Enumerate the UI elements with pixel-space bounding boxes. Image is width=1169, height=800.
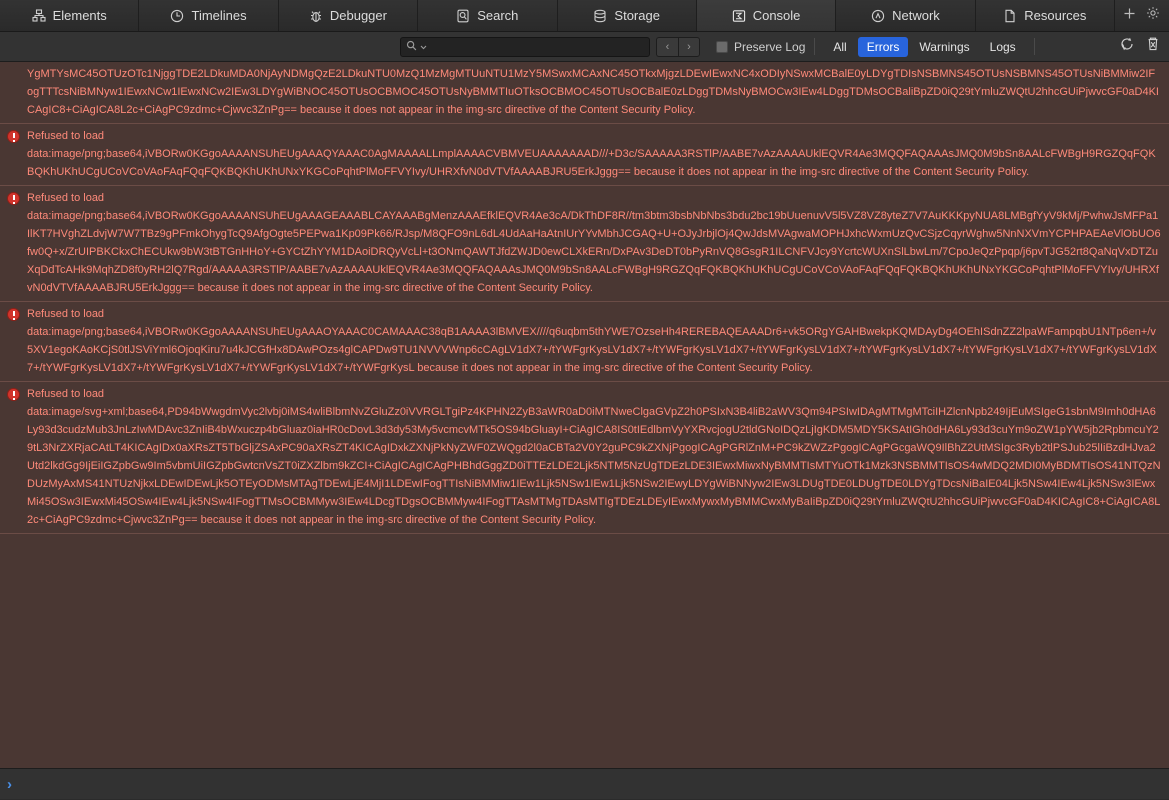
tab-label: Storage [614,8,660,23]
message-text: YgMTYsMC45OTUzOTc1NjggTDE2LDkuMDA0NjAyND… [24,65,1161,119]
console-message-row[interactable]: YgMTYsMC45OTUzOTc1NjggTDE2LDkuMDA0NjAyND… [0,62,1169,124]
database-icon [593,9,607,23]
tab-resources[interactable]: Resources [975,0,1115,31]
message-title: Refused to load [27,388,105,400]
preserve-log-checkbox[interactable] [716,40,728,53]
message-text: Refused to load data:image/png;base64,iV… [24,127,1161,181]
console-icon [732,9,746,23]
message-text: Refused to load data:image/svg+xml;base6… [24,385,1161,529]
error-icon [7,130,20,143]
search-prev-button[interactable]: ‹ [656,36,678,57]
add-tab-button[interactable] [1123,7,1136,25]
tab-label: Debugger [329,8,387,23]
trash-icon[interactable] [1145,36,1161,57]
tab-search[interactable]: Search [418,0,558,31]
filter-all[interactable]: All [824,37,855,57]
search-icon [406,38,417,56]
message-icon-slot [7,127,24,181]
toolbar-right-actions [1119,36,1161,57]
message-icon-slot [7,189,24,297]
tab-network[interactable]: Network [836,0,976,31]
tab-label: Search [477,8,519,23]
network-icon [871,9,885,23]
console-message-row[interactable]: Refused to load data:image/png;base64,iV… [0,302,1169,382]
message-title: Refused to load [27,130,105,142]
search-input[interactable] [430,40,644,53]
message-detail: data:image/png;base64,iVBORw0KGgoAAAANSU… [27,210,1161,294]
message-detail: data:image/png;base64,iVBORw0KGgoAAAANSU… [27,148,1156,178]
tab-label: Timelines [191,8,247,23]
console-message-row[interactable]: Refused to load data:image/png;base64,iV… [0,124,1169,186]
tab-elements[interactable]: Elements [0,0,140,31]
reload-icon[interactable] [1119,36,1135,57]
tab-storage[interactable]: Storage [557,0,697,31]
tab-console[interactable]: Console [696,0,837,31]
document-icon [1003,9,1017,23]
toolbar-divider-2 [1033,38,1035,55]
filter-errors[interactable]: Errors [857,36,909,57]
tab-debugger[interactable]: Debugger [278,0,419,31]
tab-bar-actions [1115,0,1169,31]
console-message-row[interactable]: Refused to load data:image/svg+xml;base6… [0,382,1169,534]
message-title: Refused to load [27,308,105,320]
prompt-chevron-icon: › [7,775,12,793]
preserve-log-label: Preserve Log [734,39,806,54]
bug-icon [309,9,323,23]
console-toolbar: ‹ › Preserve Log All Errors Warnings Log… [0,32,1169,62]
clock-icon [170,9,184,23]
preserve-log-toggle[interactable]: Preserve Log [716,40,805,54]
elements-icon [32,8,46,23]
tab-timelines[interactable]: Timelines [139,0,279,31]
search-nav-buttons: ‹ › [656,36,700,57]
message-icon-slot [7,385,24,529]
message-icon-slot [7,65,24,119]
search-next-button[interactable]: › [678,36,700,57]
chevron-down-icon[interactable] [420,38,427,56]
filter-warnings[interactable]: Warnings [910,37,978,57]
error-icon [7,308,20,321]
console-prompt-input[interactable] [18,777,1169,791]
error-icon [7,388,20,401]
gear-icon[interactable] [1146,6,1160,25]
console-prompt[interactable]: › [0,768,1169,799]
tab-label: Elements [52,8,107,23]
toolbar-divider [814,38,816,55]
message-title: Refused to load [27,192,105,204]
error-icon [7,192,20,205]
message-detail: data:image/svg+xml;base64,PD94bWwgdmVyc2… [27,406,1161,526]
console-search-box[interactable] [400,36,650,57]
devtools-tab-bar: Elements Timelines Debugger Search Stora… [0,0,1169,32]
search-icon [456,9,470,23]
message-text: Refused to load data:image/png;base64,iV… [24,189,1161,297]
console-message-row[interactable]: Refused to load data:image/png;base64,iV… [0,186,1169,302]
message-detail: YgMTYsMC45OTUzOTc1NjggTDE2LDkuMDA0NjAyND… [27,68,1159,116]
tab-label: Resources [1024,8,1087,23]
filter-logs[interactable]: Logs [981,37,1025,57]
console-message-list[interactable]: YgMTYsMC45OTUzOTc1NjggTDE2LDkuMDA0NjAyND… [0,62,1169,799]
console-filter-group: All Errors Warnings Logs [824,36,1025,57]
tab-label: Console [752,8,801,23]
message-icon-slot [7,305,24,377]
tab-label: Network [892,8,940,23]
message-text: Refused to load data:image/png;base64,iV… [24,305,1161,377]
message-detail: data:image/png;base64,iVBORw0KGgoAAAANSU… [27,326,1157,374]
